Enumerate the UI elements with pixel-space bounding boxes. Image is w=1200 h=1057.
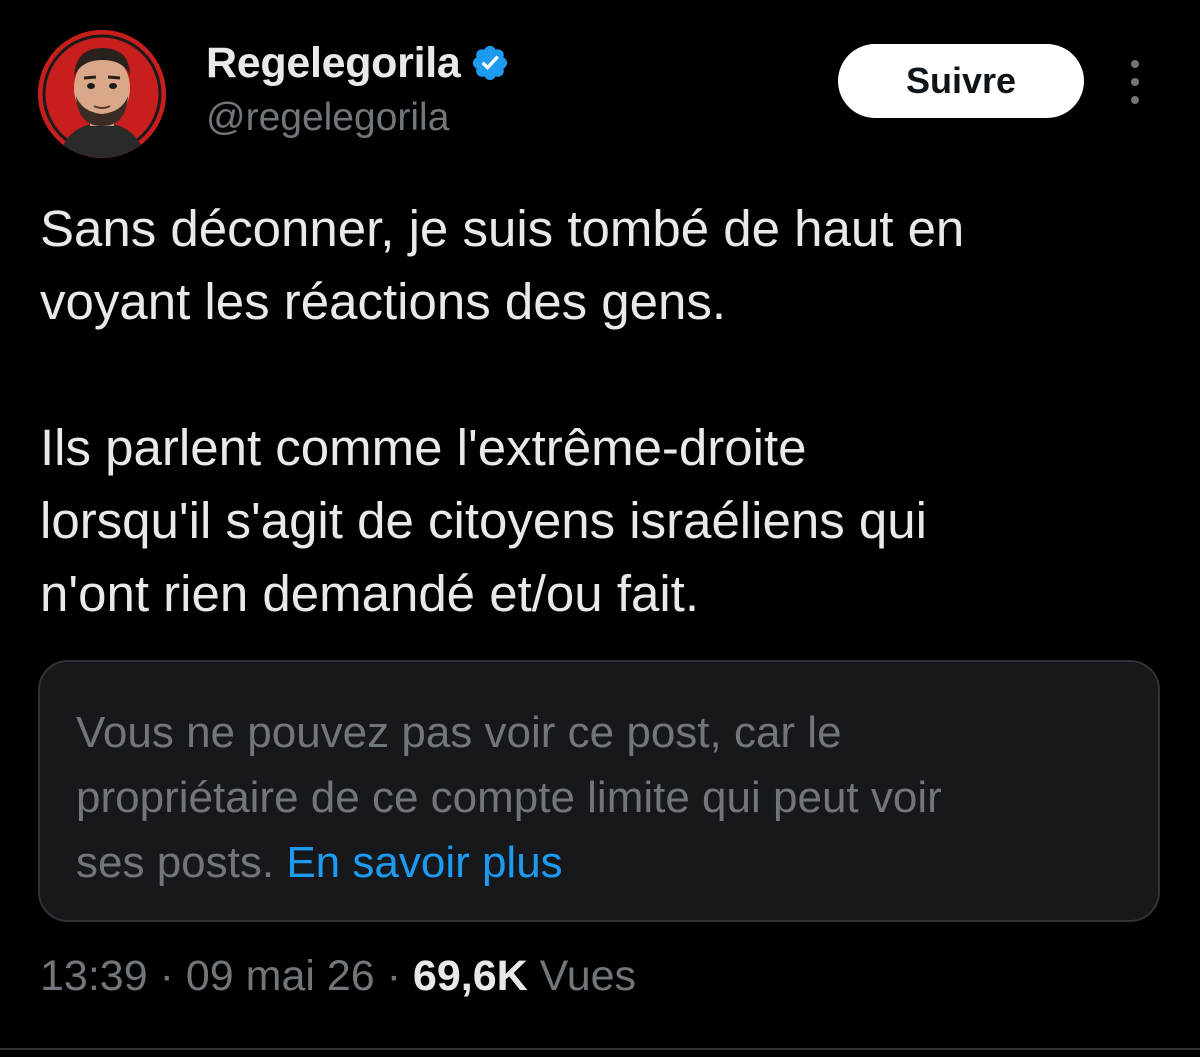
display-name-row: Regelegorila [206, 38, 510, 88]
author-info: Regelegorila @regelegorila [206, 38, 510, 140]
learn-more-link[interactable]: En savoir plus [286, 838, 562, 887]
more-options-icon[interactable] [1120, 60, 1150, 104]
author-handle[interactable]: @regelegorila [206, 96, 510, 140]
verified-badge-icon[interactable] [470, 43, 510, 83]
tweet-header: Regelegorila @regelegorila Suivre [38, 30, 1162, 160]
quote-notice-line: propriétaire de ce compte limite qui peu… [76, 773, 942, 822]
tweet-time[interactable]: 13:39 [40, 952, 148, 1000]
quote-notice-prefix: ses posts. [76, 838, 275, 887]
tweet-meta: 13:39 · 09 mai 26 · 69,6K Vues [40, 952, 636, 1001]
quote-notice-line-3: ses posts. En savoir plus [76, 830, 1096, 895]
tweet-text-line: Ils parlent comme l'extrême-droite [40, 419, 807, 476]
quote-notice-text: Vous ne pouvez pas voir ce post, car le … [76, 700, 1096, 895]
tweet: Regelegorila @regelegorila Suivre Sans d… [0, 0, 1200, 1057]
meta-separator: · [386, 952, 401, 1000]
follow-button[interactable]: Suivre [838, 44, 1084, 118]
tweet-text-line: n'ont rien demandé et/ou fait. [40, 565, 700, 622]
avatar-portrait-icon [38, 30, 166, 158]
more-options-dot [1131, 96, 1139, 104]
avatar[interactable] [38, 30, 166, 158]
views-count[interactable]: 69,6K [413, 952, 528, 1000]
tweet-text-line: Sans déconner, je suis tombé de haut en [40, 200, 965, 257]
unavailable-quote-card: Vous ne pouvez pas voir ce post, car le … [38, 660, 1160, 922]
tweet-text-line: voyant les réactions des gens. [40, 273, 727, 330]
quote-notice-line: Vous ne pouvez pas voir ce post, car le [76, 708, 842, 757]
tweet-date[interactable]: 09 mai 26 [186, 952, 375, 1000]
meta-separator: · [159, 952, 174, 1000]
tweet-text-line: lorsqu'il s'agit de citoyens israéliens … [40, 492, 927, 549]
more-options-dot [1131, 60, 1139, 68]
views-label: Vues [539, 952, 637, 1000]
display-name[interactable]: Regelegorila [206, 39, 461, 88]
tweet-text: Sans déconner, je suis tombé de haut en … [40, 192, 1160, 630]
bottom-divider [0, 1048, 1200, 1050]
more-options-dot [1131, 78, 1139, 86]
